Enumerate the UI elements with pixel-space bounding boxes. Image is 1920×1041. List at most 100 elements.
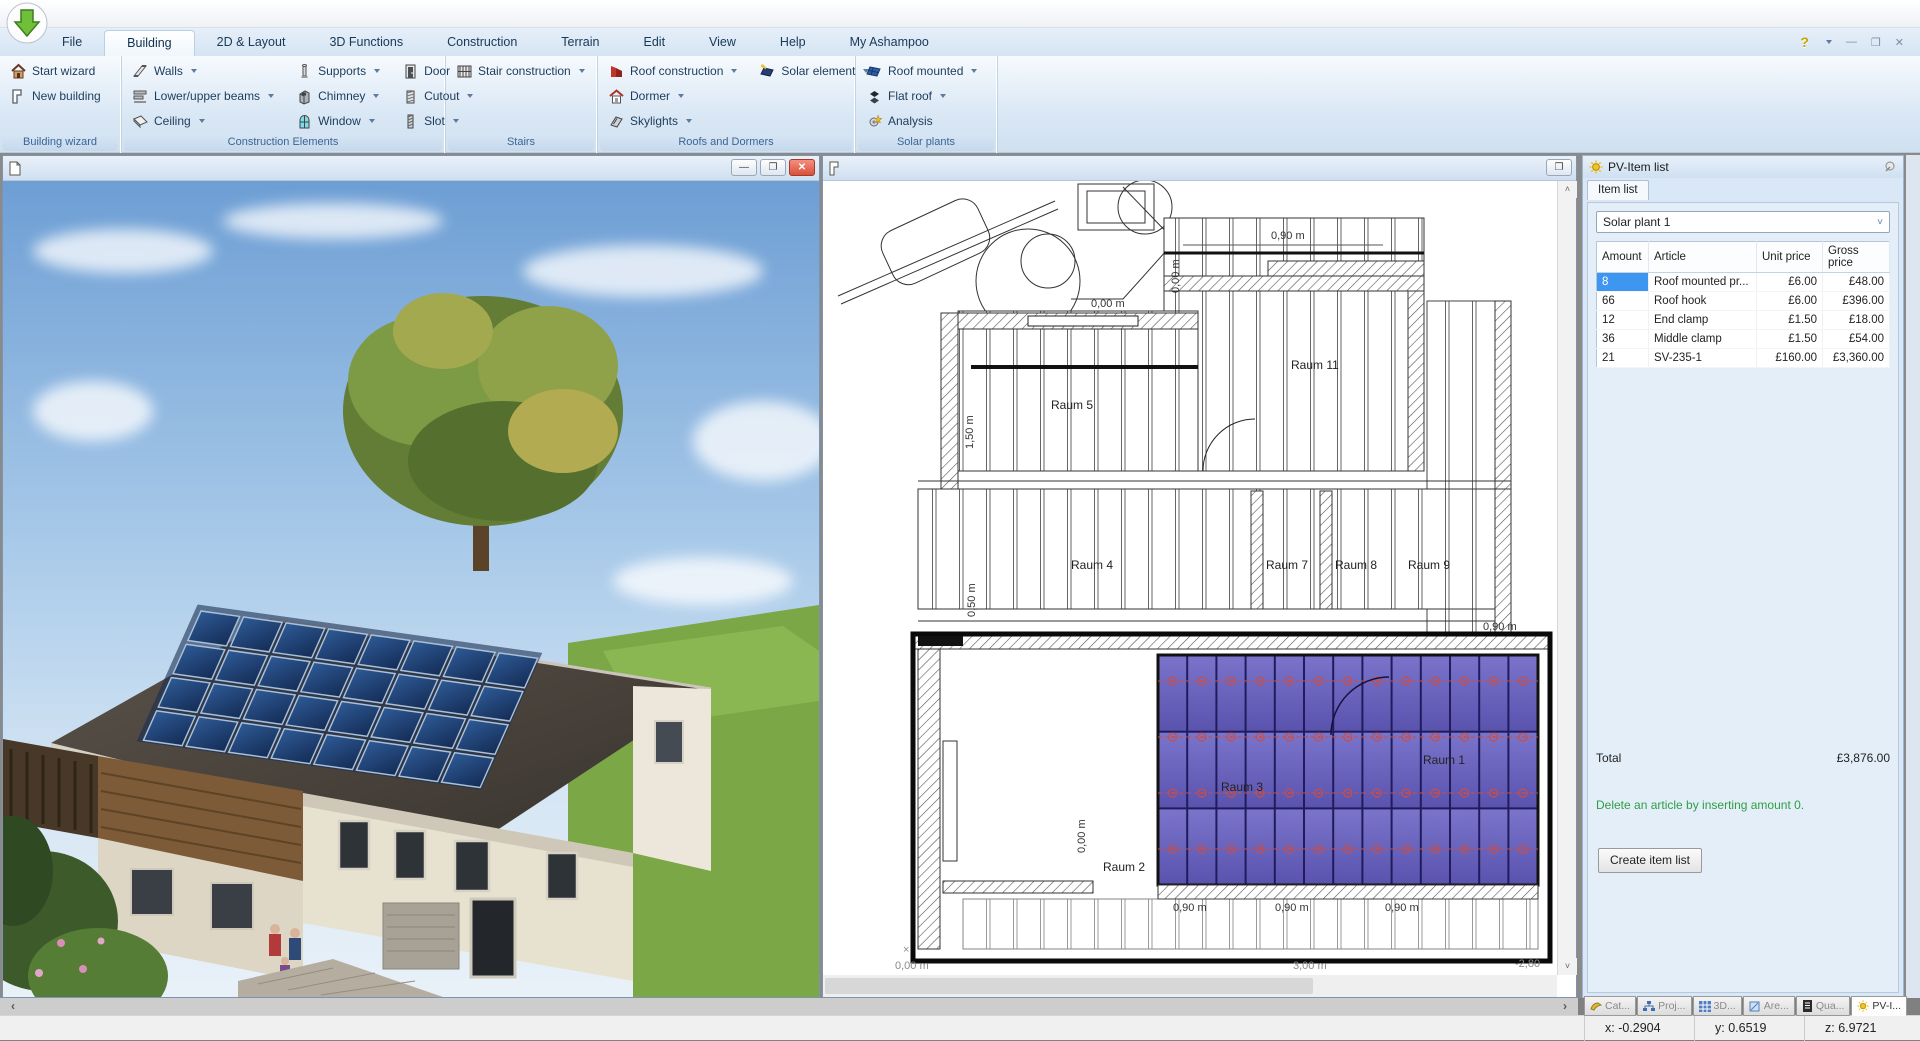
pv-field <box>1158 653 1538 885</box>
tab-quantities[interactable]: Qua... <box>1796 996 1851 1016</box>
3d-render-viewport[interactable] <box>3 181 819 997</box>
2d-vertical-scrollbar[interactable]: ˄ ˅ <box>1557 181 1576 975</box>
tab-terrain[interactable]: Terrain <box>539 30 621 56</box>
table-row[interactable]: 36Middle clamp £1.50£54.00 <box>1597 330 1890 349</box>
2d-plan-viewport[interactable]: Raum 5 Raum 11 Raum 4 Raum 7 Raum 8 Raum… <box>823 181 1557 975</box>
svg-text:0,50 m: 0,50 m <box>966 583 978 617</box>
lower-upper-beams-button[interactable]: Lower/upper beams <box>128 84 278 108</box>
tab-3d[interactable]: 3D... <box>1693 996 1742 1016</box>
supports-button[interactable]: Supports <box>292 59 384 83</box>
dormer-button[interactable]: Dormer <box>604 84 741 108</box>
walls-button[interactable]: Walls <box>128 59 278 83</box>
tab-help[interactable]: Help <box>758 30 828 56</box>
ceiling-icon <box>132 113 149 130</box>
mdi-horizontal-scrollbar[interactable]: ‹ › <box>0 998 1578 1015</box>
flat-roof-button[interactable]: Flat roof <box>862 84 981 108</box>
2d-horizontal-scrollbar[interactable] <box>823 975 1557 997</box>
3d-window-restore[interactable]: ❐ <box>760 159 786 176</box>
tab-3d-functions[interactable]: 3D Functions <box>307 30 425 56</box>
catalog-icon <box>1590 1001 1602 1011</box>
svg-text:Raum 3: Raum 3 <box>1221 780 1263 794</box>
left-wall-lower <box>918 649 940 949</box>
tab-view[interactable]: View <box>687 30 758 56</box>
roof-construction-button[interactable]: Roof construction <box>604 59 741 83</box>
table-row[interactable]: 66Roof hook £6.00£396.00 <box>1597 292 1890 311</box>
area-icon <box>1749 1001 1761 1012</box>
scroll-left-button[interactable]: ‹ <box>0 998 26 1015</box>
start-wizard-button[interactable]: Start wizard <box>6 59 105 83</box>
analysis-button[interactable]: Analysis <box>862 109 981 133</box>
tab-building[interactable]: Building <box>104 30 194 56</box>
sun-icon <box>1589 160 1603 174</box>
garage-door <box>383 903 459 969</box>
help-dropdown[interactable] <box>1826 40 1832 44</box>
scroll-thumb[interactable] <box>825 978 1313 994</box>
tab-item-list[interactable]: Item list <box>1587 180 1649 200</box>
tab-2d-layout[interactable]: 2D & Layout <box>195 30 308 56</box>
scroll-right-button[interactable]: › <box>1552 998 1578 1015</box>
3d-window-minimize[interactable]: — <box>731 159 757 176</box>
group-stairs: Stair construction Stairs <box>446 56 598 153</box>
new-building-button[interactable]: New building <box>6 84 105 108</box>
3d-window-close[interactable]: ✕ <box>789 159 815 176</box>
svg-text:Raum 11: Raum 11 <box>1291 358 1339 372</box>
pv-panel-header[interactable]: PV-Item list <box>1583 156 1903 178</box>
start-wizard-icon <box>10 63 27 80</box>
svg-text:-2,80: -2,80 <box>1515 958 1540 970</box>
roof-construction-icon <box>608 63 625 80</box>
2d-plan-window: ❐ <box>822 155 1577 998</box>
ribbon-restore-button[interactable]: ❐ <box>1871 36 1881 49</box>
solar-plant-select[interactable]: Solar plant 1 ˅ <box>1596 211 1890 233</box>
scroll-down-button[interactable]: ˅ <box>1558 958 1577 975</box>
group-label: Solar plants <box>858 135 994 151</box>
group-label: Stairs <box>448 135 594 151</box>
ceiling-button[interactable]: Ceiling <box>128 109 278 133</box>
svg-text:0,90 m: 0,90 m <box>1173 902 1207 914</box>
skylights-icon <box>608 113 625 130</box>
pv-items-table[interactable]: Amount Article Unit price Gross price 8R… <box>1596 241 1890 368</box>
svg-text:Raum 7: Raum 7 <box>1266 558 1308 572</box>
table-row[interactable]: 8Roof mounted pr... £6.00£48.00 <box>1597 273 1890 292</box>
window-button[interactable]: Window <box>292 109 384 133</box>
tab-area[interactable]: Are... <box>1743 996 1795 1016</box>
svg-text:Raum 1: Raum 1 <box>1423 753 1465 767</box>
tab-catalog[interactable]: Cat... <box>1584 996 1636 1016</box>
table-row[interactable]: 21SV-235-1 £160.00£3,360.00 <box>1597 349 1890 368</box>
solar-element-icon <box>759 63 776 80</box>
right-edge-strip <box>1906 155 1920 998</box>
roof-mounted-button[interactable]: Roof mounted <box>862 59 981 83</box>
table-row[interactable]: 12End clamp £1.50£18.00 <box>1597 311 1890 330</box>
y-coordinate: y: 0.6519 <box>1694 1016 1804 1041</box>
create-item-list-button[interactable]: Create item list <box>1598 848 1702 873</box>
chevron-down-icon: ˅ <box>1877 217 1883 228</box>
scroll-up-button[interactable]: ˄ <box>1558 181 1577 198</box>
2d-window-titlebar[interactable]: ❐ <box>823 156 1576 181</box>
group-solar-plants: Roof mounted Flat roof Analysis Solar pl… <box>856 56 998 153</box>
total-row: Total £3,876.00 <box>1596 751 1890 765</box>
svg-text:3,00 m: 3,00 m <box>1293 960 1327 972</box>
tab-edit[interactable]: Edit <box>622 30 688 56</box>
total-value: £3,876.00 <box>1837 751 1890 765</box>
skylights-button[interactable]: Skylights <box>604 109 741 133</box>
tab-pv-item[interactable]: PV-I... <box>1851 996 1907 1016</box>
2d-window-restore[interactable]: ❐ <box>1546 159 1572 176</box>
slot-icon <box>402 113 419 130</box>
3d-window-titlebar[interactable]: — ❐ ✕ <box>3 156 819 181</box>
stair-construction-button[interactable]: Stair construction <box>452 59 589 83</box>
group-label: Building wizard <box>2 135 118 151</box>
chimney-button[interactable]: Chimney <box>292 84 384 108</box>
tab-project[interactable]: Proj... <box>1637 996 1691 1016</box>
app-logo-icon[interactable] <box>6 2 48 44</box>
x-coordinate: x: -0.2904 <box>1584 1016 1694 1041</box>
ribbon-minimize-button[interactable]: — <box>1846 36 1857 48</box>
table-header-row: Amount Article Unit price Gross price <box>1597 242 1890 273</box>
ribbon-close-button[interactable]: ✕ <box>1895 36 1904 49</box>
tab-file[interactable]: File <box>40 30 104 56</box>
help-icon[interactable]: ? <box>1800 34 1809 50</box>
bottom-wall <box>1158 885 1538 899</box>
tab-construction[interactable]: Construction <box>425 30 539 56</box>
pin-icon[interactable] <box>1882 160 1897 174</box>
tab-my-ashampoo[interactable]: My Ashampoo <box>828 30 951 56</box>
new-building-icon <box>10 88 27 105</box>
gable-wall <box>633 686 711 871</box>
